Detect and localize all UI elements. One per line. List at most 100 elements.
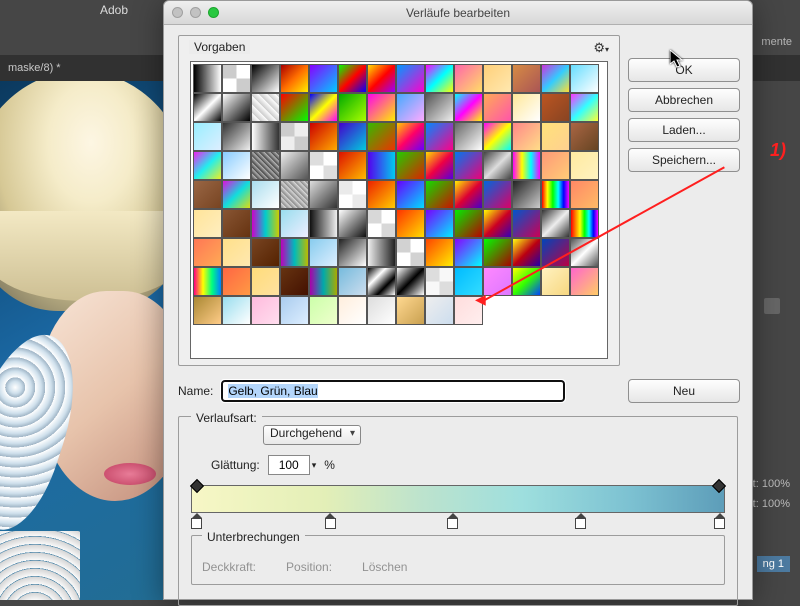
gradient-swatch[interactable] — [222, 267, 251, 296]
new-button[interactable]: Neu — [628, 379, 740, 403]
gradient-swatch[interactable] — [541, 64, 570, 93]
gradient-swatch[interactable] — [541, 267, 570, 296]
gradient-swatch[interactable] — [309, 267, 338, 296]
gradient-swatch[interactable] — [338, 151, 367, 180]
gradient-swatch[interactable] — [193, 296, 222, 325]
gradient-swatch[interactable] — [396, 64, 425, 93]
gradient-swatch[interactable] — [251, 238, 280, 267]
gradient-swatch[interactable] — [425, 238, 454, 267]
gradient-bar[interactable] — [191, 485, 725, 513]
gradient-swatch[interactable] — [454, 93, 483, 122]
panel-icon[interactable] — [764, 298, 780, 314]
gradient-swatch[interactable] — [483, 238, 512, 267]
gradient-swatch[interactable] — [338, 238, 367, 267]
gradient-swatch[interactable] — [570, 180, 599, 209]
color-stop[interactable] — [191, 513, 202, 527]
ok-button[interactable]: OK — [628, 58, 740, 82]
gradient-swatch[interactable] — [483, 122, 512, 151]
gradient-swatch[interactable] — [280, 296, 309, 325]
gradient-swatch[interactable] — [512, 180, 541, 209]
gradient-swatch[interactable] — [454, 64, 483, 93]
gradient-swatch[interactable] — [193, 180, 222, 209]
gradient-swatch[interactable] — [570, 209, 599, 238]
gradient-swatch[interactable] — [193, 151, 222, 180]
gradient-swatch[interactable] — [193, 64, 222, 93]
gradient-type-select[interactable]: Durchgehend — [263, 425, 361, 445]
gradient-swatch[interactable] — [367, 64, 396, 93]
gradient-swatch[interactable] — [454, 151, 483, 180]
gradient-swatch[interactable] — [338, 64, 367, 93]
gradient-swatch[interactable] — [425, 64, 454, 93]
gradient-swatch[interactable] — [251, 180, 280, 209]
gradient-swatch[interactable] — [396, 151, 425, 180]
color-stop[interactable] — [575, 513, 586, 527]
gradient-swatch[interactable] — [251, 296, 280, 325]
gradient-swatch[interactable] — [454, 180, 483, 209]
gradient-swatch[interactable] — [425, 151, 454, 180]
gradient-swatch[interactable] — [396, 122, 425, 151]
gradient-swatch[interactable] — [280, 64, 309, 93]
gradient-swatch[interactable] — [193, 209, 222, 238]
gradient-swatch[interactable] — [541, 151, 570, 180]
gradient-swatch[interactable] — [309, 180, 338, 209]
gradient-swatch[interactable] — [512, 238, 541, 267]
cancel-button[interactable]: Abbrechen — [628, 88, 740, 112]
gradient-swatch[interactable] — [483, 209, 512, 238]
gradient-swatch[interactable] — [367, 296, 396, 325]
gradient-swatch[interactable] — [367, 238, 396, 267]
gradient-swatch[interactable] — [251, 151, 280, 180]
gradient-swatch[interactable] — [541, 122, 570, 151]
gradient-swatch[interactable] — [541, 93, 570, 122]
color-stop[interactable] — [447, 513, 458, 527]
gradient-swatch[interactable] — [222, 296, 251, 325]
gradient-swatch[interactable] — [222, 151, 251, 180]
gear-icon[interactable]: ⚙︎▾ — [593, 40, 609, 56]
gradient-swatch[interactable] — [570, 151, 599, 180]
gradient-swatch[interactable] — [396, 180, 425, 209]
gradient-swatch[interactable] — [396, 93, 425, 122]
layer-name[interactable]: ng 1 — [757, 556, 790, 572]
gradient-swatch[interactable] — [338, 267, 367, 296]
gradient-swatch[interactable] — [425, 209, 454, 238]
gradient-swatch[interactable] — [280, 151, 309, 180]
gradient-swatch[interactable] — [570, 122, 599, 151]
gradient-swatch[interactable] — [222, 209, 251, 238]
gradient-swatch[interactable] — [367, 180, 396, 209]
gradient-swatch[interactable] — [541, 180, 570, 209]
gradient-swatch[interactable] — [425, 122, 454, 151]
gradient-swatch[interactable] — [251, 267, 280, 296]
gradient-swatch[interactable] — [570, 267, 599, 296]
gradient-swatch[interactable] — [483, 151, 512, 180]
gradient-swatch[interactable] — [309, 296, 338, 325]
gradient-swatch[interactable] — [570, 64, 599, 93]
gradient-swatch[interactable] — [512, 93, 541, 122]
gradient-swatch[interactable] — [367, 151, 396, 180]
gradient-swatch[interactable] — [454, 209, 483, 238]
gradient-swatch[interactable] — [251, 209, 280, 238]
gradient-swatch[interactable] — [309, 93, 338, 122]
gradient-swatch[interactable] — [222, 93, 251, 122]
color-stop[interactable] — [714, 513, 725, 527]
gradient-swatch[interactable] — [193, 122, 222, 151]
gradient-swatch[interactable] — [512, 151, 541, 180]
gradient-swatch[interactable] — [338, 209, 367, 238]
gradient-swatch[interactable] — [222, 180, 251, 209]
gradient-swatch[interactable] — [251, 93, 280, 122]
smoothness-input[interactable] — [268, 455, 310, 475]
gradient-swatch[interactable] — [338, 180, 367, 209]
gradient-swatch[interactable] — [454, 238, 483, 267]
gradient-swatch[interactable] — [309, 122, 338, 151]
gradient-swatch[interactable] — [512, 122, 541, 151]
gradient-swatch[interactable] — [280, 122, 309, 151]
gradient-swatch[interactable] — [222, 122, 251, 151]
gradient-swatch[interactable] — [483, 93, 512, 122]
gradient-swatch[interactable] — [280, 93, 309, 122]
gradient-swatch[interactable] — [396, 238, 425, 267]
gradient-swatch[interactable] — [454, 122, 483, 151]
gradient-swatch[interactable] — [367, 267, 396, 296]
gradient-swatch[interactable] — [280, 238, 309, 267]
gradient-swatch[interactable] — [280, 209, 309, 238]
gradient-swatch[interactable] — [425, 296, 454, 325]
gradient-swatch[interactable] — [512, 64, 541, 93]
gradient-swatch[interactable] — [309, 151, 338, 180]
